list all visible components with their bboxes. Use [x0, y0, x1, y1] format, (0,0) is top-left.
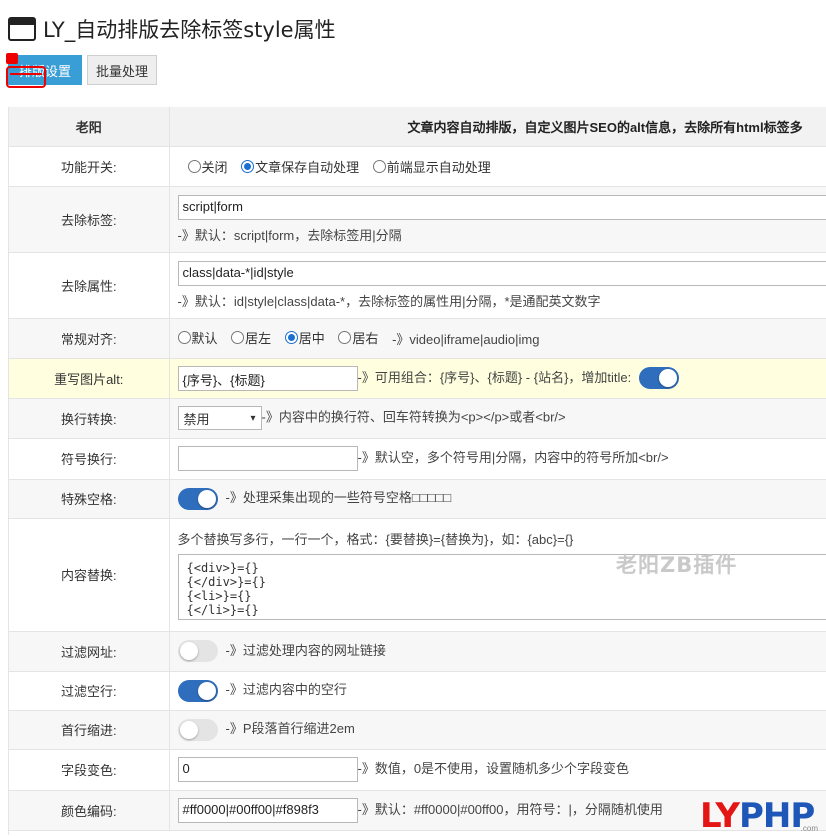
row-label: 去除属性: — [9, 252, 169, 318]
row-label: 常规对齐: — [9, 318, 169, 358]
toggle-knob — [198, 682, 216, 700]
row-symbol-newline: 符号换行: -》默认空，多个符号用|分隔，内容中的符号所加<br/> — [9, 438, 826, 479]
annotation-line — [10, 73, 42, 75]
radio-circle — [373, 160, 386, 173]
radio-circle — [178, 331, 191, 344]
row-remove-attrs: 去除属性: class|data-*|id|style -》默认：id|styl… — [9, 252, 826, 318]
radio-circle-selected — [285, 331, 298, 344]
chevron-down-icon: ▾ — [250, 413, 255, 424]
row-label: 过滤空行: — [9, 671, 169, 710]
toggle-knob — [180, 642, 198, 660]
toggle-knob — [180, 721, 198, 739]
filter-empty-hint: -》过滤内容中的空行 — [226, 682, 347, 697]
radio-off[interactable]: 关闭 — [188, 157, 228, 176]
row-label: 功能开关: — [9, 146, 169, 186]
special-space-toggle[interactable] — [178, 488, 218, 510]
window-icon — [8, 17, 36, 41]
plugin-description: 文章内容自动排版，自定义图片SEO的alt信息，去除所有html标签多 — [169, 107, 826, 146]
textarea-line: {</li>}={} — [187, 603, 826, 617]
logo-sub: .com — [801, 824, 818, 833]
annotation-box — [6, 66, 46, 88]
remove-attrs-input[interactable]: class|data-*|id|style — [178, 261, 826, 286]
row-filter-url: 过滤网址: -》过滤处理内容的网址链接 — [9, 631, 826, 671]
radio-align-right[interactable]: 居右 — [338, 328, 378, 347]
remove-attrs-hint: -》默认：id|style|class|data-*，去除标签的属性用|分隔，*… — [178, 291, 826, 310]
img-alt-input[interactable]: {序号}、{标题} — [178, 366, 358, 391]
indent-hint: -》P段落首行缩进2em — [226, 721, 355, 736]
row-align: 常规对齐: 默认 居左 居中 居右 -》video|iframe|audio|i… — [9, 318, 826, 358]
radio-frontend-auto[interactable]: 前端显示自动处理 — [373, 157, 491, 176]
row-label: 内容替换: — [9, 518, 169, 631]
row-img-alt: 重写图片alt: {序号}、{标题}-》可用组合：{序号}、{标题} - {站名… — [9, 358, 826, 398]
row-remove-tags: 去除标签: script|form -》默认：script|form，去除标签用… — [9, 186, 826, 252]
filter-empty-toggle[interactable] — [178, 680, 218, 702]
row-newline: 换行转换: 禁用▾-》内容中的换行符、回车符转换为<p></p>或者<br/> — [9, 398, 826, 438]
row-label: 颜色编码: — [9, 790, 169, 830]
indent-toggle[interactable] — [178, 719, 218, 741]
field-color-hint: -》数值，0是不使用，设置随机多少个字段变色 — [358, 761, 630, 776]
remove-tags-input[interactable]: script|form — [178, 195, 826, 220]
remove-tags-hint: -》默认：script|form，去除标签用|分隔 — [178, 225, 826, 244]
content-replace-hint: 多个替换写多行，一行一个，格式：{要替换}={替换为}，如：{abc}={} — [178, 529, 826, 548]
row-label: 特殊空格: — [9, 479, 169, 518]
row-filter-empty: 过滤空行: -》过滤内容中的空行 — [9, 671, 826, 710]
symbol-newline-input[interactable] — [178, 446, 358, 471]
tab-batch-process[interactable]: 批量处理 — [87, 55, 157, 85]
row-func-switch: 功能开关: 关闭 文章保存自动处理 前端显示自动处理 — [9, 146, 826, 186]
row-field-color: 字段变色: 0-》数值，0是不使用，设置随机多少个字段变色 — [9, 749, 826, 790]
row-label: 字段变色: — [9, 749, 169, 790]
page-title: LY_自动排版去除标签style属性 — [43, 14, 336, 44]
radio-save-auto[interactable]: 文章保存自动处理 — [241, 157, 359, 176]
settings-table: 老阳 文章内容自动排版，自定义图片SEO的alt信息，去除所有html标签多 功… — [8, 107, 826, 835]
radio-circle-selected — [241, 160, 254, 173]
radio-align-center[interactable]: 居中 — [285, 328, 325, 347]
filter-url-toggle[interactable] — [178, 640, 218, 662]
row-label: 符号换行: — [9, 438, 169, 479]
filter-url-hint: -》过滤处理内容的网址链接 — [226, 643, 386, 658]
row-label: 首行缩进: — [9, 710, 169, 749]
radio-align-default[interactable]: 默认 — [178, 328, 218, 347]
symbol-newline-hint: -》默认空，多个符号用|分隔，内容中的符号所加<br/> — [358, 450, 669, 465]
img-alt-hint: -》可用组合：{序号}、{标题} - {站名}，增加title: — [358, 369, 632, 384]
radio-align-left[interactable]: 居左 — [231, 328, 271, 347]
lyphp-logo: LYPHP .com — [700, 797, 824, 835]
img-title-toggle[interactable] — [639, 367, 679, 389]
textarea-line: {<li>}={} — [187, 589, 826, 603]
row-label: 换行转换: — [9, 398, 169, 438]
radio-circle — [231, 331, 244, 344]
newline-hint: -》内容中的换行符、回车符转换为<p></p>或者<br/> — [262, 409, 566, 424]
row-special-space: 特殊空格: -》处理采集出现的一些符号空格□□□□□ — [9, 479, 826, 518]
toggle-knob — [659, 369, 677, 387]
newline-select[interactable]: 禁用▾ — [178, 406, 262, 430]
logo-part1: LY — [700, 796, 739, 836]
annotation-dot — [6, 53, 18, 64]
row-label: 重写图片alt: — [9, 358, 169, 398]
author-name: 老阳 — [9, 107, 169, 146]
radio-circle — [188, 160, 201, 173]
radio-circle — [338, 331, 351, 344]
row-indent: 首行缩进: -》P段落首行缩进2em — [9, 710, 826, 749]
special-space-hint: -》处理采集出现的一些符号空格□□□□□ — [226, 490, 452, 505]
watermark-text: 老阳ZB插件 — [616, 549, 737, 579]
align-hint: -》video|iframe|audio|img — [392, 332, 539, 347]
table-head: 老阳 文章内容自动排版，自定义图片SEO的alt信息，去除所有html标签多 — [9, 107, 826, 146]
header: LY_自动排版去除标签style属性 — [8, 14, 336, 44]
row-label: 去除标签: — [9, 186, 169, 252]
row-label: 过滤网址: — [9, 631, 169, 671]
color-code-input[interactable]: #ff0000|#00ff00|#f898f3 — [178, 798, 358, 823]
toggle-knob — [198, 490, 216, 508]
color-code-hint: -》默认：#ff0000|#00ff00，用符号：|，分隔随机使用 — [358, 801, 663, 816]
field-color-input[interactable]: 0 — [178, 757, 358, 782]
